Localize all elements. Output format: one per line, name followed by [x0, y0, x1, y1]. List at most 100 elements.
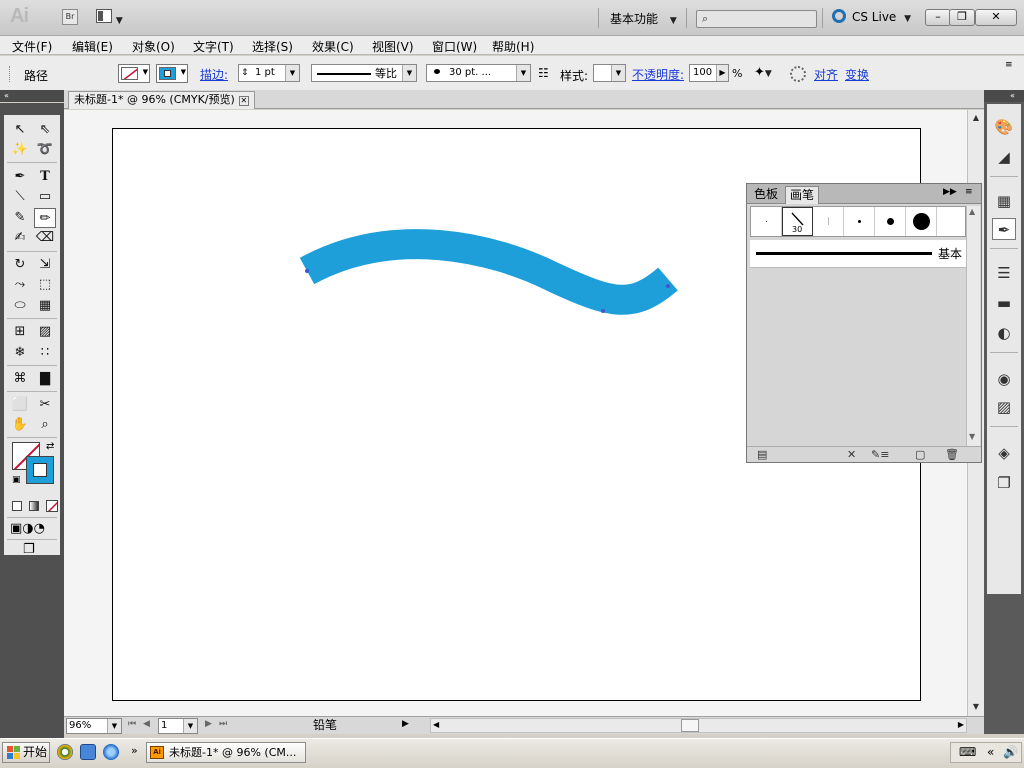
stroke-panel-icon[interactable]: ☰ [992, 262, 1016, 284]
chevron-down-icon[interactable]: ▼ [402, 65, 416, 81]
draw-mode-icons[interactable]: ▣◑◔ [10, 521, 45, 536]
menu-type[interactable]: 文字(T) [193, 38, 234, 55]
chevron-down-icon[interactable]: ▼ [183, 719, 197, 733]
document-tab[interactable]: 未标题-1* @ 96% (CMYK/预览) ✕ [68, 91, 255, 109]
horizontal-scrollbar[interactable]: ◀ ▶ [430, 718, 967, 733]
swatches-panel-icon[interactable]: ▦ [992, 190, 1016, 212]
appearance-panel-icon[interactable]: ◉ [992, 368, 1016, 390]
lasso-tool-icon[interactable]: ➰ [34, 140, 56, 160]
expand-panels-icon[interactable]: « [984, 90, 1024, 102]
color-mode-icon[interactable] [12, 501, 22, 511]
menu-edit[interactable]: 编辑(E) [72, 38, 113, 55]
color-panel-icon[interactable]: 🎨 [992, 116, 1016, 138]
scale-tool-icon[interactable]: ⇲ [34, 255, 56, 275]
rotate-tool-icon[interactable]: ↻ [9, 255, 31, 275]
zoom-level-field[interactable]: 96% ▼ [66, 718, 122, 734]
scroll-down-icon[interactable]: ▼ [969, 432, 975, 441]
stepper-icon[interactable]: ⇕ [241, 65, 249, 81]
delete-brush-icon[interactable]: 🗑 [945, 448, 959, 461]
status-menu-icon[interactable]: ▶ [402, 719, 409, 729]
perspective-grid-tool-icon[interactable]: ▦ [34, 296, 56, 316]
recolor-artwork-button[interactable]: ✦▼ [754, 65, 780, 83]
brush-definition[interactable]: 30 pt. ... ▼ [426, 64, 531, 82]
transform-panel-link[interactable]: 变换 [845, 66, 869, 83]
close-tab-icon[interactable]: ✕ [238, 96, 249, 106]
workspace-switcher[interactable]: 基本功能 ▼ [610, 10, 677, 26]
default-fill-stroke-icon[interactable]: ▣ [12, 475, 21, 485]
slice-tool-icon[interactable]: ✂ [34, 395, 56, 415]
stroke-swatch-large[interactable] [26, 456, 54, 484]
media-player-icon[interactable] [57, 744, 73, 760]
menu-select[interactable]: 选择(S) [252, 38, 293, 55]
brush-thumbnail[interactable] [906, 207, 937, 236]
none-mode-icon[interactable] [46, 500, 58, 512]
rectangle-tool-icon[interactable]: ▭ [34, 187, 56, 207]
first-artboard-icon[interactable]: ⏮ [128, 719, 136, 729]
last-artboard-icon[interactable]: ⏭ [219, 719, 227, 729]
brush-thumbnail[interactable] [813, 207, 844, 236]
menu-window[interactable]: 窗口(W) [432, 38, 477, 55]
previous-artboard-icon[interactable]: ◀ [143, 719, 150, 729]
menu-effect[interactable]: 效果(C) [312, 38, 354, 55]
graphic-style-picker[interactable]: ▼ [593, 64, 626, 82]
stroke-panel-link[interactable]: 描边: [200, 66, 228, 83]
artboards-panel-icon[interactable]: ❐ [992, 472, 1016, 494]
stroke-color-swatch[interactable]: ▼ [156, 64, 188, 83]
quicklaunch-more-icon[interactable]: » [131, 744, 138, 757]
brush-thumbnail-selected[interactable]: 30 [782, 207, 813, 236]
line-segment-tool-icon[interactable]: ⟍ [9, 187, 31, 207]
cs-live-menu[interactable]: CS Live ▼ [832, 9, 911, 24]
chevron-right-icon[interactable]: ▶ [716, 65, 728, 81]
tab-brushes[interactable]: 画笔 [785, 186, 820, 204]
keyboard-icon[interactable]: ⌨ [959, 745, 976, 759]
brush-libraries-icon[interactable]: ▤ [757, 448, 767, 461]
mesh-tool-icon[interactable]: ⊞ [9, 322, 31, 342]
artboard-tool-icon[interactable]: ⬜ [9, 395, 31, 415]
menu-view[interactable]: 视图(V) [372, 38, 414, 55]
selection-tool-icon[interactable]: ↖ [9, 120, 31, 140]
start-button[interactable]: 开始 [2, 742, 50, 763]
blob-brush-tool-icon[interactable]: ✍ [9, 228, 31, 248]
show-hidden-icons[interactable]: « [987, 745, 994, 759]
bridge-button[interactable]: Br [62, 9, 78, 25]
isolation-mode-icon[interactable] [790, 66, 806, 82]
brush-panel-scrollbar[interactable]: ▲ ▼ [966, 206, 980, 446]
remove-brush-stroke-icon[interactable]: ✕ [847, 448, 856, 461]
scroll-up-icon[interactable]: ▲ [969, 207, 975, 216]
internet-explorer-icon[interactable] [103, 744, 119, 760]
opacity-panel-link[interactable]: 不透明度: [632, 66, 684, 83]
free-transform-tool-icon[interactable]: ⬚ [34, 275, 56, 295]
eraser-tool-icon[interactable]: ⌫ [34, 228, 56, 248]
scroll-left-icon[interactable]: ◀ [433, 720, 439, 729]
column-graph-tool-icon[interactable]: ▇ [34, 369, 56, 389]
paintbrush-tool-icon[interactable]: ✎ [9, 208, 31, 228]
swap-fill-stroke-icon[interactable]: ⇄ [46, 441, 54, 452]
panel-menu-icon[interactable]: ≡ [1005, 60, 1013, 70]
align-panel-link[interactable]: 对齐 [814, 66, 838, 83]
taskbar-window-button[interactable]: Ai 未标题-1* @ 96% (CM... [146, 742, 306, 763]
layers-panel-icon[interactable]: ◈ [992, 442, 1016, 464]
transparency-panel-icon[interactable]: ◐ [992, 322, 1016, 344]
menu-object[interactable]: 对象(O) [132, 38, 175, 55]
collapse-toolbox-icon[interactable]: « [0, 90, 64, 102]
gradient-panel-icon[interactable]: ▬ [992, 292, 1016, 314]
quicklaunch-app-icon[interactable] [80, 744, 96, 760]
opacity-field[interactable]: 100 ▶ [689, 64, 729, 82]
chevron-down-icon[interactable]: ▼ [285, 65, 299, 81]
brush-list-item[interactable]: 基本 [750, 240, 966, 268]
scroll-down-icon[interactable]: ▼ [968, 700, 984, 714]
blend-tool-icon[interactable]: ∷ [34, 343, 56, 363]
brush-thumbnail[interactable] [751, 207, 782, 236]
direct-selection-tool-icon[interactable]: ⇖ [34, 120, 56, 140]
shape-builder-tool-icon[interactable]: ⬭ [9, 296, 31, 316]
brush-options-icon[interactable]: ✎≡ [871, 448, 889, 461]
next-artboard-icon[interactable]: ▶ [205, 719, 212, 729]
tab-swatches[interactable]: 色板 [750, 186, 782, 204]
collapse-panel-icon[interactable]: ▶▶ [943, 187, 957, 197]
close-button[interactable]: ✕ [975, 9, 1017, 26]
menu-help[interactable]: 帮助(H) [492, 38, 534, 55]
scroll-right-icon[interactable]: ▶ [958, 720, 964, 729]
screen-mode-icon[interactable]: ❐ [23, 542, 35, 557]
zoom-tool-icon[interactable]: ⌕ [34, 415, 56, 435]
volume-icon[interactable]: 🔊 [1003, 745, 1018, 759]
